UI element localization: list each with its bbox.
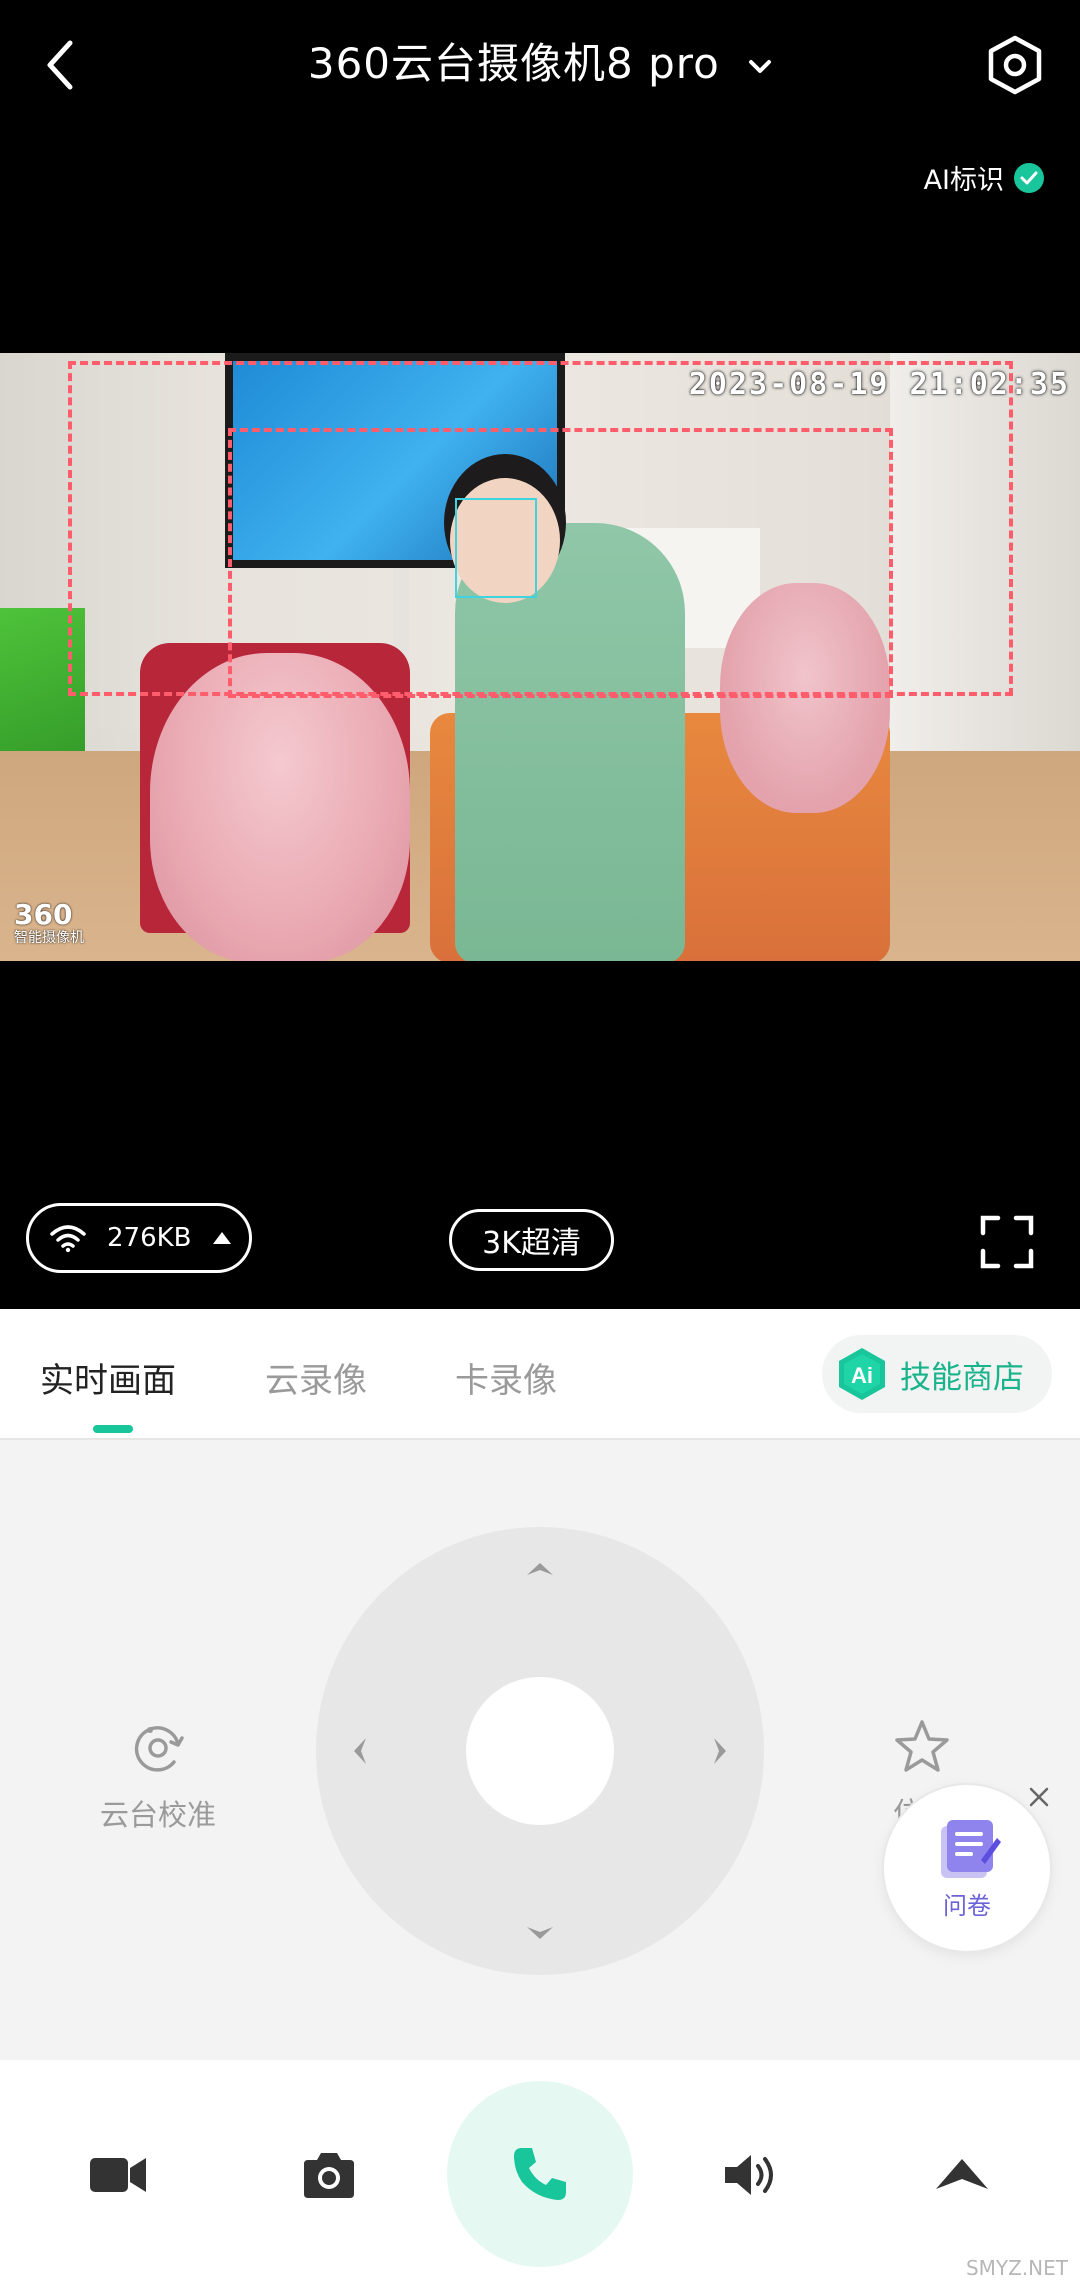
camera-live-page: 360云台摄像机8 pro AI标识 2023-08-19 21:02:35 3… — [0, 0, 1080, 2288]
skill-store-label: 技能商店 — [900, 1359, 1024, 1396]
speaker-icon — [725, 2155, 773, 2195]
survey-icon — [941, 1819, 1001, 1878]
expand-panel-button[interactable] — [927, 2140, 997, 2210]
ai-tag[interactable]: AI标识 — [924, 158, 1044, 197]
face-box — [455, 498, 537, 598]
settings-button[interactable] — [980, 30, 1050, 100]
network-speed-pill[interactable]: 276KB — [26, 1203, 252, 1273]
calibrate-icon — [134, 1726, 184, 1772]
ai-tag-label: AI标识 — [923, 165, 1004, 196]
video-timestamp: 2023-08-19 21:02:35 — [688, 367, 1070, 402]
tab-cloud-recording[interactable]: 云录像 — [265, 1353, 367, 1402]
bottom-action-bar: SMYZ.NET — [0, 2060, 1080, 2288]
quality-selector[interactable]: 3K超清 — [449, 1209, 614, 1271]
camera-icon — [304, 2153, 354, 2198]
tab-live[interactable]: 实时画面 — [40, 1353, 176, 1402]
device-name: 360云台摄像机8 pro — [307, 39, 720, 88]
device-title[interactable]: 360云台摄像机8 pro — [0, 30, 1080, 91]
detection-box — [228, 428, 893, 698]
tab-card-recording[interactable]: 卡录像 — [455, 1353, 557, 1402]
survey-label: 问卷 — [943, 1891, 991, 1920]
calibrate-label: 云台校准 — [99, 1798, 216, 1832]
settings-hex-icon — [988, 35, 1042, 95]
watermark-sub: 智能摄像机 — [14, 930, 84, 946]
close-icon[interactable] — [1024, 1782, 1054, 1812]
arrow-down-icon[interactable] — [525, 1925, 555, 1941]
active-tab-indicator — [93, 1425, 133, 1433]
video-controls: 276KB 3K超清 — [0, 961, 1080, 1309]
phone-icon — [514, 2148, 566, 2200]
bitrate-value: 276KB — [107, 1223, 192, 1253]
svg-text:Ai: Ai — [851, 1363, 873, 1388]
caret-up-icon — [212, 1232, 231, 1244]
arrow-up-icon[interactable] — [525, 1561, 555, 1577]
speaker-button[interactable] — [716, 2140, 786, 2210]
arrow-right-icon[interactable] — [712, 1736, 728, 1766]
wifi-icon — [50, 1225, 86, 1253]
ptz-calibrate-button[interactable]: 云台校准 — [98, 1718, 218, 1834]
star-icon — [895, 1720, 949, 1772]
top-bar: 360云台摄像机8 pro AI标识 — [0, 0, 1080, 353]
view-tabs: 实时画面 云录像 卡录像 Ai 技能商店 — [0, 1309, 1080, 1440]
call-button[interactable] — [447, 2081, 633, 2267]
record-button[interactable] — [83, 2140, 153, 2210]
skill-store-button[interactable]: Ai 技能商店 — [822, 1335, 1052, 1413]
ptz-direction-pad[interactable] — [316, 1527, 764, 1975]
chevron-down-icon — [749, 59, 772, 73]
snapshot-button[interactable] — [294, 2140, 364, 2210]
quality-label: 3K超清 — [482, 1226, 581, 1261]
ptz-control-area: 云台校准 位置 问卷 — [0, 1440, 1080, 2060]
site-watermark: SMYZ.NET — [965, 2256, 1068, 2280]
ai-badge-icon: Ai — [834, 1346, 890, 1402]
ptz-center-button[interactable] — [466, 1677, 614, 1825]
fullscreen-button[interactable] — [980, 1215, 1034, 1269]
live-video[interactable]: 2023-08-19 21:02:35 360 智能摄像机 — [0, 353, 1080, 961]
fullscreen-icon — [980, 1215, 1034, 1269]
video-record-icon — [90, 2158, 146, 2192]
scene-plush-left — [150, 653, 410, 961]
brand-watermark: 360 智能摄像机 — [14, 898, 84, 946]
check-icon — [1014, 162, 1044, 193]
arrow-left-icon[interactable] — [352, 1736, 368, 1766]
expand-up-icon — [936, 2159, 988, 2189]
watermark-brand: 360 — [14, 898, 73, 931]
